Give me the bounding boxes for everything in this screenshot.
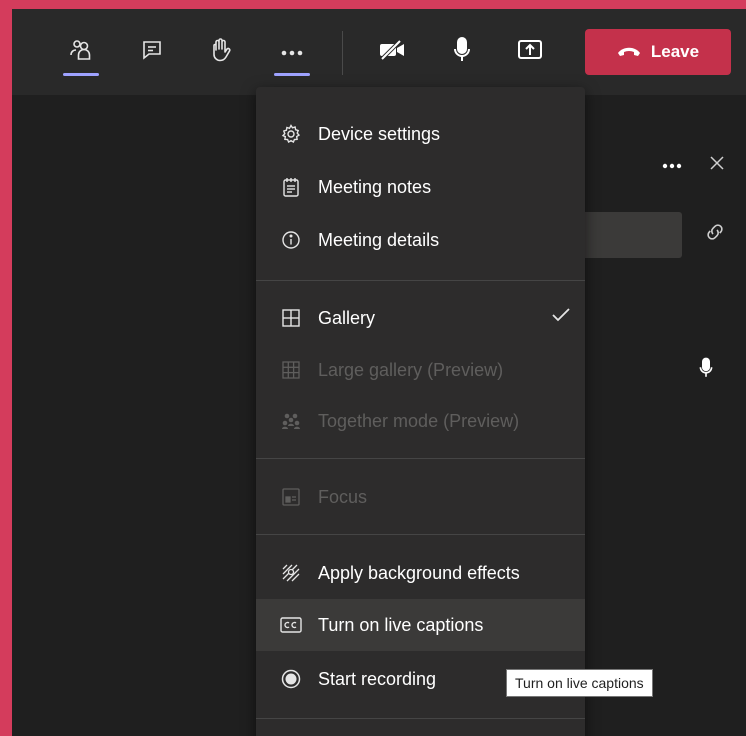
side-panel <box>573 95 746 736</box>
menu-separator <box>256 534 585 535</box>
menu-item-label: Start recording <box>318 668 437 689</box>
menu-item-meeting-notes[interactable]: Meeting notes <box>256 161 585 213</box>
more-icon <box>281 43 303 61</box>
menu-item-background-effects[interactable]: Apply background effects <box>256 547 585 599</box>
menu-item-label: Large gallery (Preview) <box>318 359 504 380</box>
menu-item-label: Device settings <box>318 123 441 144</box>
mic-button[interactable] <box>444 32 480 72</box>
leave-label: Leave <box>650 42 700 61</box>
chat-icon <box>141 39 163 66</box>
menu-item-together-mode: Together mode (Preview) <box>256 395 585 447</box>
mic-icon <box>698 356 714 385</box>
menu-item-label: Meeting notes <box>318 176 432 197</box>
participants-button[interactable] <box>63 32 99 76</box>
tooltip: Turn on live captions <box>506 669 653 697</box>
raise-hand-button[interactable] <box>202 32 238 72</box>
meeting-toolbar: Leave <box>12 9 746 95</box>
record-icon <box>280 668 302 690</box>
meeting-window: Leave Device settings Meeting notes Meet… <box>12 9 746 736</box>
menu-item-label: Turn on live captions <box>318 614 484 635</box>
camera-off-icon <box>378 39 406 66</box>
share-screen-button[interactable] <box>512 32 548 72</box>
gear-icon <box>280 123 302 145</box>
more-icon <box>662 156 682 174</box>
meeting-link-field[interactable] <box>573 212 682 258</box>
participant-mic-indicator <box>696 357 716 383</box>
menu-item-label: Apply background effects <box>318 562 520 583</box>
menu-item-focus: Focus <box>256 471 585 523</box>
people-icon <box>69 38 93 67</box>
camera-button[interactable] <box>374 32 410 72</box>
leave-button[interactable]: Leave <box>585 29 731 75</box>
active-underline <box>274 73 310 76</box>
background-effects-icon <box>280 562 302 584</box>
menu-item-meeting-details[interactable]: Meeting details <box>256 214 585 266</box>
toolbar-divider <box>342 31 343 75</box>
panel-more-button[interactable] <box>658 155 686 175</box>
menu-separator <box>256 458 585 459</box>
menu-separator <box>256 280 585 281</box>
copy-link-button[interactable] <box>703 222 727 246</box>
more-actions-button[interactable] <box>274 32 310 76</box>
captions-icon <box>280 614 302 636</box>
menu-item-label: Together mode (Preview) <box>318 410 520 431</box>
phone-hangup-icon <box>617 42 641 62</box>
close-icon <box>709 155 725 176</box>
menu-item-label: Gallery <box>318 307 376 328</box>
gallery-icon <box>280 307 302 329</box>
menu-item-gallery[interactable]: Gallery <box>256 292 585 344</box>
link-icon <box>705 222 725 247</box>
menu-item-large-gallery: Large gallery (Preview) <box>256 344 585 396</box>
checkmark-icon <box>551 307 571 328</box>
menu-item-live-captions[interactable]: Turn on live captions <box>256 599 585 651</box>
menu-separator <box>256 718 585 719</box>
focus-icon <box>280 486 302 508</box>
active-underline <box>63 73 99 76</box>
menu-item-label: Focus <box>318 486 368 507</box>
more-actions-menu: Device settings Meeting notes Meeting de… <box>256 87 585 736</box>
menu-item-label: Meeting details <box>318 229 440 250</box>
together-mode-icon <box>280 410 302 432</box>
menu-item-device-settings[interactable]: Device settings <box>256 108 585 160</box>
chat-button[interactable] <box>134 32 170 72</box>
hand-icon <box>209 37 231 67</box>
notes-icon <box>280 176 302 198</box>
info-icon <box>280 229 302 251</box>
mic-icon <box>452 36 472 68</box>
large-gallery-icon <box>280 359 302 381</box>
panel-close-button[interactable] <box>706 154 728 176</box>
share-screen-icon <box>517 38 543 67</box>
